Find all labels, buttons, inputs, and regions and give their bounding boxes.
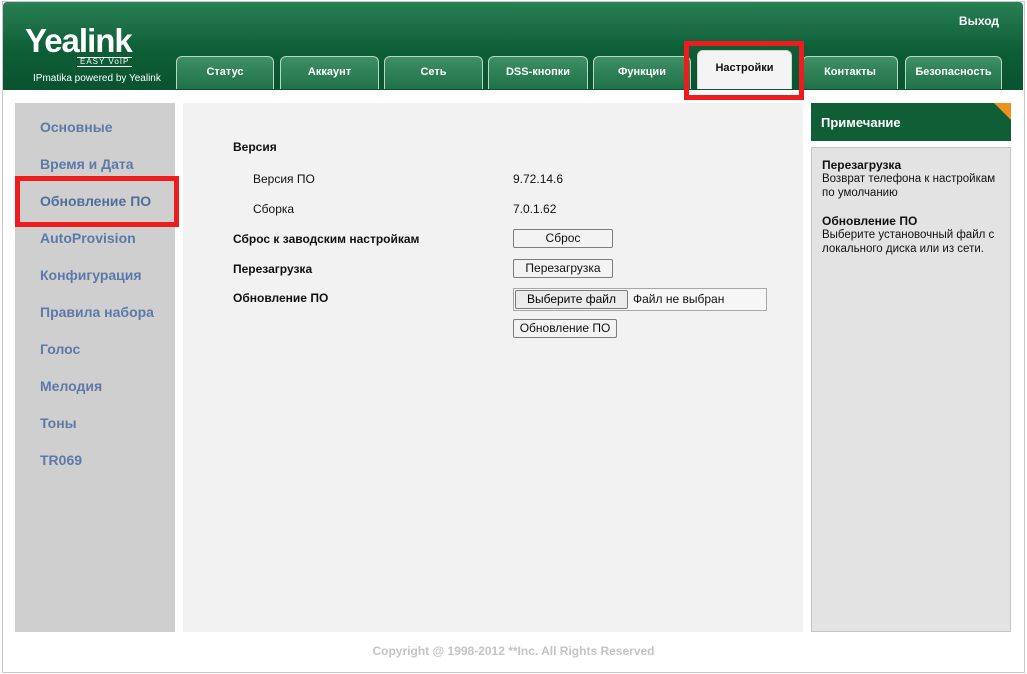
sidebar-item-upgrade[interactable]: Обновление ПО [40,193,151,209]
reboot-label: Перезагрузка [233,262,313,276]
sidebar: Основные Время и Дата Обновление ПО Auto… [15,103,175,632]
sidebar-item-dial-plan[interactable]: Правила набора [40,304,154,320]
tab-settings[interactable]: Настройки [697,50,792,89]
logo-subtitle: EASY VoIP [77,57,133,67]
build-label: Сборка [253,202,295,216]
sidebar-item-autoprovision[interactable]: AutoProvision [40,230,136,246]
reboot-button[interactable]: Перезагрузка [513,259,613,278]
choose-file-button[interactable]: Выберите файл [515,290,628,309]
tagline: IPmatika powered by Yealink [33,73,161,84]
note-body: Перезагрузка Возврат телефона к настройк… [811,147,1011,632]
note-item-text: Возврат телефона к настройкам по умолчан… [822,173,996,199]
copyright-footer: Copyright @ 1998-2012 **Inc. All Rights … [372,644,655,658]
upgrade-label: Обновление ПО [233,291,329,305]
note-item-title: Обновление ПО [822,214,918,228]
firmware-version-label: Версия ПО [253,172,315,186]
sidebar-item-basic[interactable]: Основные [40,119,113,135]
note-header: Примечание [811,103,1011,141]
factory-reset-label: Сброс к заводским настройкам [233,232,420,246]
tab-status[interactable]: Статус [176,56,274,89]
sidebar-item-voice[interactable]: Голос [40,341,80,357]
sidebar-item-time-date[interactable]: Время и Дата [40,156,134,172]
yealink-logo: Yealink [25,22,133,59]
tab-contacts[interactable]: Контакты [802,56,898,89]
sidebar-item-tones[interactable]: Тоны [40,415,77,431]
tab-network[interactable]: Сеть [384,56,483,89]
upgrade-button[interactable]: Обновление ПО [513,319,617,338]
sidebar-item-configuration[interactable]: Конфигурация [40,267,142,283]
firmware-version-value: 9.72.14.6 [513,172,564,186]
tab-features[interactable]: Функции [593,56,691,89]
tab-account[interactable]: Аккаунт [280,56,379,89]
main-panel: Версия Версия ПО 9.72.14.6 Сборка 7.0.1.… [183,103,803,632]
note-title: Примечание [821,115,901,130]
no-file-text: Файл не выбран [633,292,725,306]
logout-link[interactable]: Выход [959,14,999,28]
note-corner-icon [994,103,1011,120]
sidebar-item-ring[interactable]: Мелодия [40,378,102,394]
tab-dss-keys[interactable]: DSS-кнопки [488,56,588,89]
file-input[interactable]: Выберите файл Файл не выбран [513,288,767,311]
reset-button[interactable]: Сброс [513,229,613,248]
note-item-text: Выберите установочный файл с локального … [822,229,995,255]
note-item-title: Перезагрузка [822,158,902,172]
build-value: 7.0.1.62 [513,202,557,216]
version-heading: Версия [233,140,277,154]
sidebar-item-tr069[interactable]: TR069 [40,452,82,468]
tab-security[interactable]: Безопасность [905,56,1002,89]
